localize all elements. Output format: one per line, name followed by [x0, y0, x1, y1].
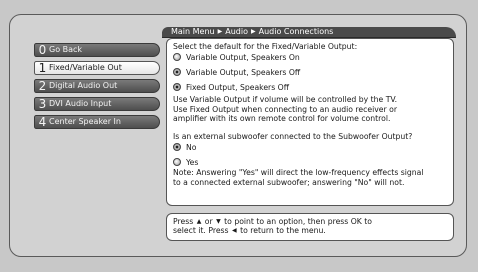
option-label: Yes	[186, 157, 199, 167]
menu-item-go-back[interactable]: 0 Go Back	[34, 43, 160, 57]
menu-item-number: 4	[38, 115, 47, 129]
info-line: Use Variable Output if volume will be co…	[173, 95, 398, 105]
menu-item-label: Go Back	[49, 45, 83, 54]
help-line-2: select it. Press ◀ to return to the menu…	[173, 226, 447, 235]
breadcrumb: Main Menu ▶ Audio ▶ Audio Connections	[171, 27, 333, 37]
help-press: Press	[173, 217, 194, 226]
menu-item-label: Digital Audio Out	[49, 81, 118, 90]
help-line2-b: to return to the menu.	[240, 226, 326, 236]
menu-item-label: DVI Audio Input	[49, 99, 112, 108]
help-or: or	[204, 217, 213, 226]
menu-item-number: 1	[38, 61, 47, 75]
radio-button-icon[interactable]	[173, 53, 181, 62]
menu-item-number: 3	[38, 97, 47, 111]
option-subwoofer-yes[interactable]: Yes	[173, 156, 447, 168]
info-text: Use Variable Output if volume will be co…	[173, 95, 447, 123]
note-line: Note: Answering "Yes" will direct the lo…	[173, 168, 424, 178]
help-line2-a: select it. Press	[173, 226, 229, 236]
option-label: No	[186, 142, 197, 152]
output-prompt: Select the default for the Fixed/Variabl…	[173, 42, 358, 51]
note-text: Note: Answering "Yes" will direct the lo…	[173, 168, 447, 187]
side-menu: 0 Go Back 1 Fixed/Variable Out 2 Digital Au…	[34, 43, 164, 133]
menu-item-dvi-audio-input[interactable]: 3 DVI Audio Input	[34, 97, 160, 111]
radio-button-selected-icon[interactable]	[173, 143, 181, 152]
left-arrow-icon: ◀	[232, 227, 237, 235]
menu-item-number: 2	[38, 79, 47, 93]
info-line: amplifier with its own remote control fo…	[173, 113, 391, 123]
breadcrumb-main-menu: Main Menu	[171, 27, 215, 36]
help-line-1: Press ▲ or ▼ to point to an option, then…	[173, 217, 447, 226]
menu-item-label: Center Speaker In	[49, 117, 121, 126]
menu-item-label: Fixed/Variable Out	[49, 63, 122, 72]
option-label: Fixed Output, Speakers Off	[186, 82, 290, 92]
radio-button-icon[interactable]	[173, 158, 181, 167]
radio-button-selected-icon[interactable]	[173, 68, 181, 77]
help-line1-rest: to point to an option, then press OK to	[224, 217, 373, 226]
breadcrumb-arrow-icon: ▶	[250, 28, 256, 35]
up-arrow-icon: ▲	[196, 218, 202, 225]
menu-item-number: 0	[38, 43, 47, 57]
option-label: Variable Output, Speakers Off	[186, 67, 301, 77]
note-line: to a connected external subwoofer; answe…	[173, 177, 405, 187]
breadcrumb-audio: Audio	[225, 27, 248, 36]
option-subwoofer-no[interactable]: No	[173, 141, 447, 153]
option-label: Variable Output, Speakers On	[186, 52, 300, 62]
menu-item-fixed-variable-out[interactable]: 1 Fixed/Variable Out	[34, 61, 160, 75]
info-line: Use Fixed Output when connecting to an a…	[173, 104, 397, 114]
settings-panel: Select the default for the Fixed/Variabl…	[166, 38, 454, 206]
option-variable-speakers-off[interactable]: Variable Output, Speakers Off	[173, 66, 447, 78]
breadcrumb-arrow-icon: ▶	[217, 28, 223, 35]
help-box: Press ▲ or ▼ to point to an option, then…	[166, 213, 454, 241]
menu-item-digital-audio-out[interactable]: 2 Digital Audio Out	[34, 79, 160, 93]
menu-item-center-speaker-in[interactable]: 4 Center Speaker In	[34, 115, 160, 129]
radio-button-selected-icon[interactable]	[173, 83, 181, 92]
option-fixed-speakers-off[interactable]: Fixed Output, Speakers Off	[173, 81, 447, 93]
option-variable-speakers-on[interactable]: Variable Output, Speakers On	[173, 51, 447, 63]
breadcrumb-audio-connections: Audio Connections	[258, 27, 334, 36]
subwoofer-prompt: Is an external subwoofer connected to th…	[173, 132, 413, 142]
down-arrow-icon: ▼	[216, 218, 221, 225]
